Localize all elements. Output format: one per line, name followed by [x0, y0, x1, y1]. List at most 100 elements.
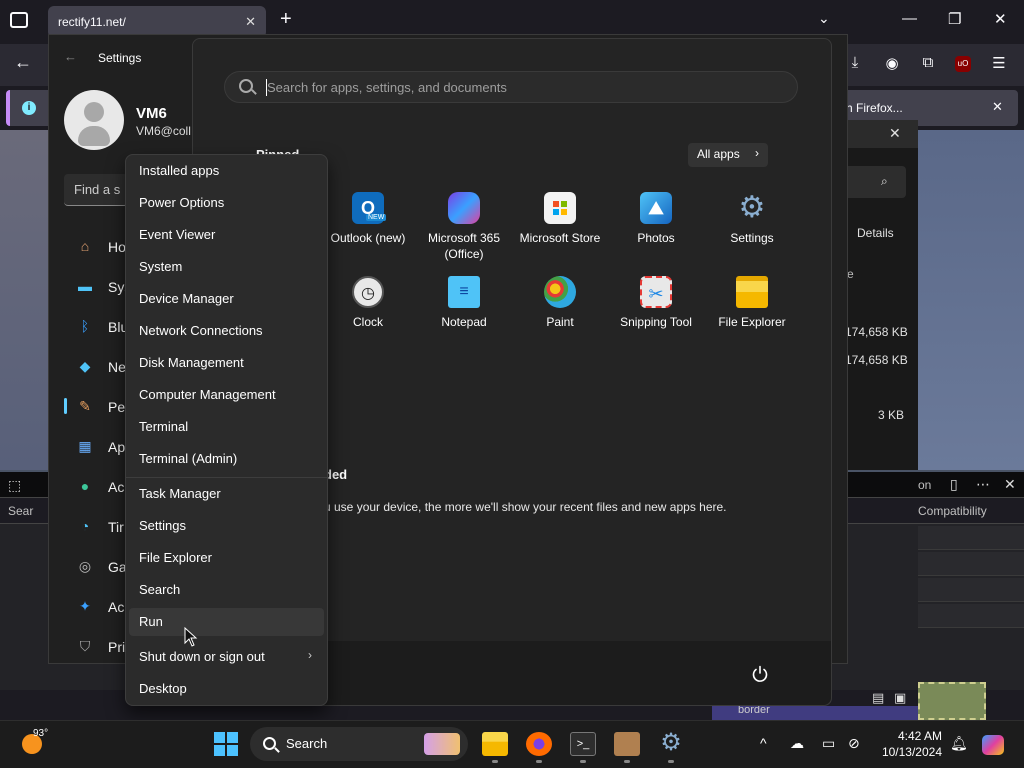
pinned-app-clock[interactable]: ◷ Clock — [320, 276, 416, 352]
system-icon: ▬ — [78, 278, 92, 294]
restore-button[interactable]: ❐ — [948, 10, 961, 28]
menu-icon[interactable]: ☰ — [990, 54, 1008, 72]
close-icon[interactable]: ✕ — [889, 125, 901, 142]
sidebar-item-label: Ho — [108, 239, 126, 255]
menu-item-file-explorer[interactable]: File Explorer — [129, 544, 324, 572]
back-arrow-icon[interactable]: ← — [64, 49, 77, 64]
sidebar-item-gaming[interactable]: ◎ Ga — [72, 556, 128, 580]
firefox-icon[interactable] — [526, 732, 552, 756]
menu-item-search[interactable]: Search — [129, 576, 324, 604]
menu-item-power-options[interactable]: Power Options — [129, 189, 324, 217]
active-indicator — [64, 398, 67, 414]
terminal-icon[interactable]: >_ — [570, 732, 596, 756]
app-label: Photos — [637, 231, 675, 245]
back-arrow-icon[interactable]: ← — [14, 52, 32, 73]
menu-item-terminal[interactable]: Terminal — [129, 413, 324, 441]
pinned-app-photos[interactable]: ⛰ Photos — [608, 192, 704, 268]
new-tab-button[interactable]: + — [280, 8, 292, 31]
taskbar — [0, 720, 1024, 768]
devtools-tab[interactable]: on — [918, 478, 931, 492]
copilot-icon[interactable] — [982, 735, 1004, 755]
sidebar-item-system[interactable]: ▬ Sys — [72, 276, 131, 300]
taskbar-search[interactable]: Search — [250, 727, 468, 761]
details-tab[interactable]: Details — [857, 226, 894, 240]
devtools-search[interactable]: Sear — [8, 504, 33, 518]
cloud-icon[interactable]: ☁ — [790, 735, 804, 752]
start-button[interactable] — [214, 732, 238, 756]
user-name: VM6 — [136, 105, 167, 122]
sidebar-item-label: Pe — [108, 399, 126, 415]
menu-item-event-viewer[interactable]: Event Viewer — [129, 221, 324, 249]
menu-item-computer-management[interactable]: Computer Management — [129, 381, 324, 409]
sidebar-item-network[interactable]: ◆ Ne — [72, 356, 128, 380]
notification-bell-icon[interactable]: 🔔︎ — [950, 735, 968, 752]
menu-item-run[interactable]: Run — [129, 608, 324, 636]
menu-item-settings[interactable]: Settings — [129, 512, 324, 540]
download-icon[interactable]: ⤓ — [846, 54, 864, 72]
ublock-icon[interactable]: uO — [955, 56, 971, 72]
menu-item-installed-apps[interactable]: Installed apps — [129, 157, 324, 185]
settings-taskbar-icon[interactable]: ⚙ — [658, 731, 684, 756]
display-icon[interactable]: ▭ — [822, 735, 835, 752]
archive-icon[interactable] — [614, 732, 640, 756]
sidebar-item-home[interactable]: ⌂ Ho — [72, 236, 128, 260]
account-icon[interactable]: ◉ — [883, 54, 901, 72]
minimize-button[interactable]: — — [902, 10, 917, 27]
settings-title: Settings — [98, 51, 142, 65]
network-status-icon[interactable]: ⊘ — [848, 735, 860, 752]
file-size: 3 KB — [878, 408, 905, 422]
more-options-icon[interactable]: ⋯ — [976, 476, 990, 493]
menu-item-task-manager[interactable]: Task Manager — [129, 480, 324, 508]
list-view-icon[interactable]: ▤ — [872, 690, 884, 706]
pinned-app-notepad[interactable]: ≡ Notepad — [416, 276, 512, 352]
all-apps-button[interactable]: All apps › — [688, 143, 768, 167]
close-tab-icon[interactable]: ✕ — [245, 14, 256, 30]
app-label: Notepad — [441, 315, 487, 329]
sidebar-item-personalization[interactable]: ✎ Pe — [72, 396, 128, 420]
time-icon: ◔ — [80, 518, 90, 534]
close-window-button[interactable]: ✕ — [994, 10, 1007, 28]
menu-item-disk-management[interactable]: Disk Management — [129, 349, 324, 377]
sidebar-item-time[interactable]: ◔ Tir — [72, 516, 128, 540]
clock-time[interactable]: 4:42 AM — [896, 729, 942, 743]
app-label: Microsoft Store — [519, 231, 601, 245]
dock-icon[interactable]: ▯ — [950, 476, 958, 493]
running-indicator — [624, 760, 630, 763]
menu-item-terminal-admin[interactable]: Terminal (Admin) — [129, 445, 324, 473]
pinned-app-file-explorer[interactable]: File Explorer — [704, 276, 800, 352]
sidebar-item-accounts[interactable]: ● Ac — [72, 476, 128, 500]
clock-date[interactable]: 10/13/2024 — [878, 745, 942, 759]
file-explorer-icon — [736, 276, 768, 308]
sidebar-item-apps[interactable]: ▦ Ap — [72, 436, 128, 460]
close-devtools-icon[interactable]: ✕ — [1004, 476, 1016, 493]
find-setting-input[interactable]: Find a s — [64, 174, 128, 206]
extensions-icon[interactable]: ⧉ — [919, 54, 937, 72]
menu-item-system[interactable]: System — [129, 253, 324, 281]
close-notification-icon[interactable]: ✕ — [992, 99, 1003, 115]
search-icon: ⌕ — [881, 174, 888, 188]
inspector-icon[interactable]: ⬚ — [8, 477, 21, 494]
avatar[interactable] — [64, 90, 124, 150]
compatibility-tab[interactable]: Compatibility — [918, 504, 987, 518]
pinned-app-paint[interactable]: Paint — [512, 276, 608, 352]
pinned-app-store[interactable]: Microsoft Store — [512, 192, 608, 268]
pinned-app-outlook[interactable]: O NEW Outlook (new) — [320, 192, 416, 268]
preview-view-icon[interactable]: ▣ — [894, 690, 906, 706]
chevron-up-icon[interactable]: ^ — [760, 735, 767, 751]
power-icon[interactable] — [750, 664, 770, 684]
menu-item-shut-down[interactable]: Shut down or sign out › — [129, 643, 324, 671]
menu-item-network-connections[interactable]: Network Connections — [129, 317, 324, 345]
menu-item-device-manager[interactable]: Device Manager — [129, 285, 324, 313]
file-explorer-taskbar-icon[interactable] — [482, 732, 508, 756]
pinned-app-snipping-tool[interactable]: ✂ Snipping Tool — [608, 276, 704, 352]
menu-item-desktop[interactable]: Desktop — [129, 675, 324, 703]
desktop-wallpaper-left — [0, 130, 48, 470]
sidebar-item-bluetooth[interactable]: ᛒ Blu — [72, 316, 128, 340]
sidebar-item-privacy[interactable]: ⛉ Pri — [72, 636, 128, 660]
start-search-input[interactable]: Search for apps, settings, and documents — [224, 71, 798, 103]
pinned-app-settings[interactable]: ⚙ Settings — [704, 192, 800, 268]
tab-list-icon[interactable] — [10, 12, 28, 28]
pinned-app-m365[interactable]: Microsoft 365 (Office) — [416, 192, 512, 268]
chevron-down-icon[interactable]: ⌄ — [818, 10, 830, 27]
sidebar-item-accessibility[interactable]: ✦ Ac — [72, 596, 128, 620]
